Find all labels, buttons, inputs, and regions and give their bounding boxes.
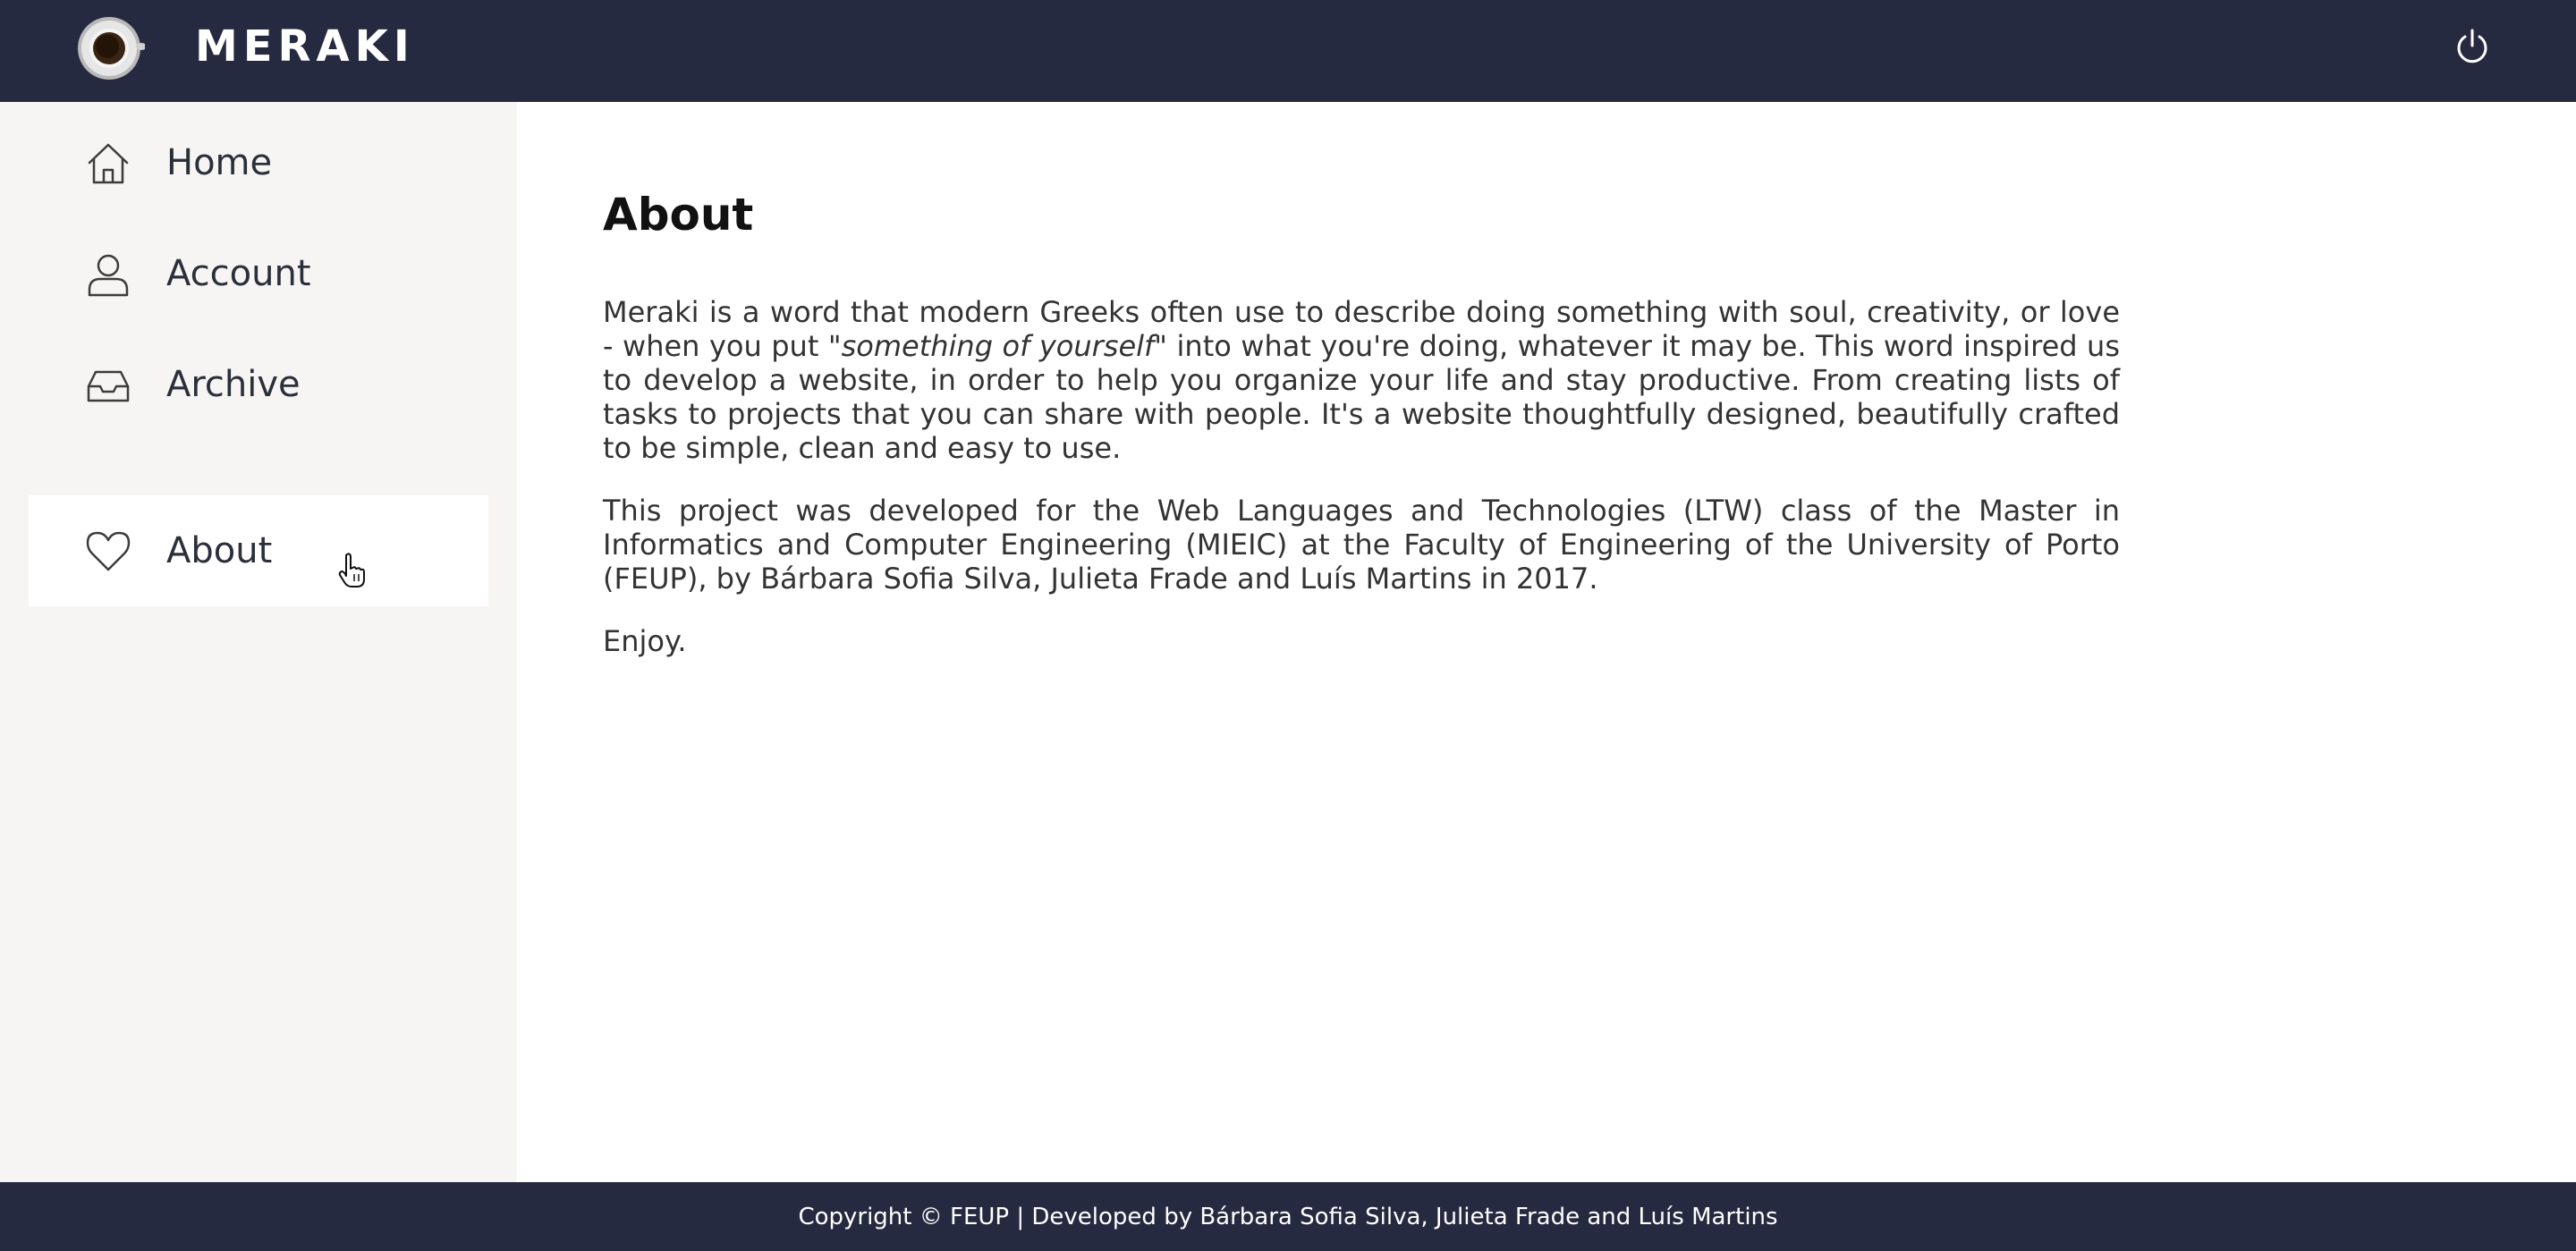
about-paragraph-3: Enjoy. xyxy=(603,624,687,658)
power-icon[interactable] xyxy=(2454,28,2490,65)
about-paragraph-1: Meraki is a word that modern Greeks ofte… xyxy=(603,295,2120,465)
main-content: About Meraki is a word that modern Greek… xyxy=(517,102,2576,1182)
sidebar-item-label: About xyxy=(166,530,273,571)
coffee-cup-logo-icon[interactable] xyxy=(77,16,145,80)
sidebar-item-label: Account xyxy=(166,253,311,294)
home-icon xyxy=(88,143,129,184)
footer: Copyright © FEUP | Developed by Bárbara … xyxy=(0,1182,2576,1251)
page-title: About xyxy=(603,189,754,241)
user-icon xyxy=(88,254,129,297)
sidebar-item-archive[interactable]: Archive xyxy=(29,329,488,440)
emphasis-text: "something of yourself" xyxy=(827,329,1168,363)
sidebar: Home Account Archive About xyxy=(0,102,517,1182)
sidebar-item-label: Home xyxy=(166,142,273,183)
sidebar-item-home[interactable]: Home xyxy=(29,107,488,218)
footer-copyright: Copyright © FEUP | Developed by Bárbara … xyxy=(798,1203,1778,1230)
brand-name[interactable]: MERAKI xyxy=(195,21,415,72)
top-bar: MERAKI xyxy=(0,0,2576,102)
sidebar-item-about[interactable]: About xyxy=(29,495,488,606)
sidebar-item-account[interactable]: Account xyxy=(29,218,488,329)
about-text: Meraki is a word that modern Greeks ofte… xyxy=(603,295,2120,687)
sidebar-item-label: Archive xyxy=(166,364,301,405)
inbox-icon xyxy=(87,370,130,402)
about-paragraph-2: This project was developed for the Web L… xyxy=(603,494,2120,596)
hand-cursor-icon xyxy=(338,553,365,587)
heart-icon xyxy=(86,531,131,571)
